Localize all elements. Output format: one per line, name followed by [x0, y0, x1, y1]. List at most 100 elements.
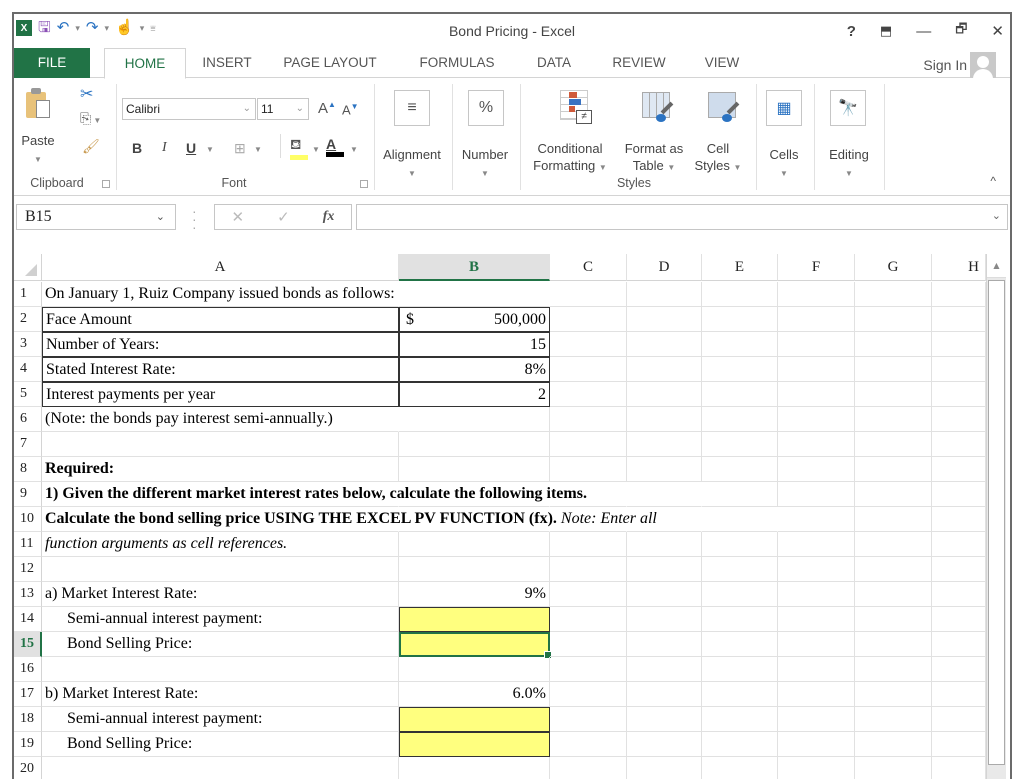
cancel-icon[interactable]: ✕ — [232, 208, 245, 226]
cell-c5[interactable] — [550, 382, 627, 407]
font-launcher-icon[interactable] — [360, 180, 368, 188]
editing-button[interactable]: Editing ▼ — [814, 146, 884, 182]
cell-d13[interactable] — [627, 582, 702, 607]
cell-a12[interactable] — [42, 557, 399, 582]
cell-c6[interactable] — [550, 407, 627, 432]
select-all-button[interactable] — [14, 254, 42, 281]
cell-d4[interactable] — [627, 357, 702, 382]
cell-e1[interactable] — [702, 282, 778, 307]
format-as-table-icon[interactable] — [642, 92, 676, 126]
cell-h9[interactable] — [932, 482, 986, 507]
chevron-down-icon[interactable]: ⌄ — [156, 205, 165, 229]
cell-g5[interactable] — [855, 382, 932, 407]
cell-g10[interactable] — [855, 507, 932, 532]
column-header-c[interactable]: C — [550, 254, 627, 281]
format-painter-icon[interactable]: 🖌 — [82, 138, 100, 155]
cell-c7[interactable] — [550, 432, 627, 457]
cell-e20[interactable] — [702, 757, 778, 779]
cell-g16[interactable] — [855, 657, 932, 682]
ribbon-display-options-icon[interactable]: ⬒ — [880, 23, 892, 39]
column-header-h[interactable]: H — [932, 254, 986, 281]
touch-mode-icon[interactable]: ☝ — [115, 20, 134, 36]
cell-c20[interactable] — [550, 757, 627, 779]
row-header-17[interactable]: 17 — [14, 682, 42, 707]
grow-font-button[interactable]: A▲ — [318, 100, 336, 117]
column-header-f[interactable]: F — [778, 254, 855, 281]
cell-d15[interactable] — [627, 632, 702, 657]
number-button[interactable]: Number ▼ — [454, 146, 516, 182]
tab-review[interactable]: REVIEW — [606, 48, 672, 78]
formula-input[interactable]: ⌄ — [356, 204, 1008, 230]
touch-dropdown-icon[interactable]: ▾ — [140, 23, 145, 34]
redo-icon[interactable]: ↷ — [86, 20, 99, 36]
cell-e2[interactable] — [702, 307, 778, 332]
cell-f13[interactable] — [778, 582, 855, 607]
column-header-b[interactable]: B — [399, 254, 550, 281]
cell-b6[interactable] — [399, 407, 550, 432]
cell-h13[interactable] — [932, 582, 986, 607]
conditional-formatting-icon[interactable]: ≠ — [560, 90, 594, 126]
cell-d5[interactable] — [627, 382, 702, 407]
cell-g12[interactable] — [855, 557, 932, 582]
cell-b3[interactable]: 15 — [399, 332, 550, 357]
tab-file[interactable]: FILE — [14, 48, 90, 78]
row-header-9[interactable]: 9 — [14, 482, 42, 507]
cell-d14[interactable] — [627, 607, 702, 632]
cell-e6[interactable] — [702, 407, 778, 432]
cell-h7[interactable] — [932, 432, 986, 457]
cell-a5[interactable]: Interest payments per year — [42, 382, 399, 407]
cell-h3[interactable] — [932, 332, 986, 357]
cell-b15[interactable] — [399, 632, 552, 659]
copy-icon[interactable]: ⎘ ▼ — [80, 110, 101, 127]
scrollbar-thumb[interactable] — [988, 280, 1005, 765]
cell-h5[interactable] — [932, 382, 986, 407]
cell-c13[interactable] — [550, 582, 627, 607]
cell-d19[interactable] — [627, 732, 702, 757]
row-header-16[interactable]: 16 — [14, 657, 42, 682]
fill-dropdown-icon[interactable]: ▼ — [312, 145, 320, 154]
cell-g7[interactable] — [855, 432, 932, 457]
cell-h16[interactable] — [932, 657, 986, 682]
cell-d2[interactable] — [627, 307, 702, 332]
cell-h18[interactable] — [932, 707, 986, 732]
number-format-icon[interactable]: % — [468, 90, 504, 126]
cell-e11[interactable] — [702, 532, 778, 557]
column-header-d[interactable]: D — [627, 254, 702, 281]
cell-a13[interactable]: a) Market Interest Rate: — [42, 582, 399, 607]
cell-f8[interactable] — [778, 457, 855, 482]
cell-f1[interactable] — [778, 282, 855, 307]
cell-h2[interactable] — [932, 307, 986, 332]
sign-in-link[interactable]: Sign In — [923, 57, 967, 73]
cell-e16[interactable] — [702, 657, 778, 682]
font-color-dropdown-icon[interactable]: ▼ — [350, 145, 358, 154]
cell-a7[interactable] — [42, 432, 399, 457]
cell-h1[interactable] — [932, 282, 986, 307]
cell-h4[interactable] — [932, 357, 986, 382]
cell-g20[interactable] — [855, 757, 932, 779]
cell-a2[interactable]: Face Amount — [42, 307, 399, 332]
cell-c19[interactable] — [550, 732, 627, 757]
redo-dropdown-icon[interactable]: ▾ — [104, 23, 109, 34]
cell-c11[interactable] — [550, 532, 627, 557]
cell-d12[interactable] — [627, 557, 702, 582]
cell-d1[interactable] — [627, 282, 702, 307]
cell-f18[interactable] — [778, 707, 855, 732]
row-header-2[interactable]: 2 — [14, 307, 42, 332]
cell-f6[interactable] — [778, 407, 855, 432]
cell-g13[interactable] — [855, 582, 932, 607]
cell-d3[interactable] — [627, 332, 702, 357]
cell-d7[interactable] — [627, 432, 702, 457]
name-box[interactable]: B15 ⌄ — [16, 204, 176, 230]
cell-a4[interactable]: Stated Interest Rate: — [42, 357, 399, 382]
cell-f2[interactable] — [778, 307, 855, 332]
shrink-font-button[interactable]: A▼ — [342, 102, 359, 117]
tab-page-layout[interactable]: PAGE LAYOUT — [274, 48, 386, 78]
row-header-20[interactable]: 20 — [14, 757, 42, 779]
cell-b14[interactable] — [399, 607, 550, 632]
cell-f3[interactable] — [778, 332, 855, 357]
insert-function-icon[interactable]: fx — [323, 209, 335, 225]
cell-b1[interactable] — [399, 282, 550, 307]
row-header-13[interactable]: 13 — [14, 582, 42, 607]
cell-a14[interactable]: Semi-annual interest payment: — [42, 607, 399, 632]
cell-e9[interactable] — [702, 482, 778, 507]
